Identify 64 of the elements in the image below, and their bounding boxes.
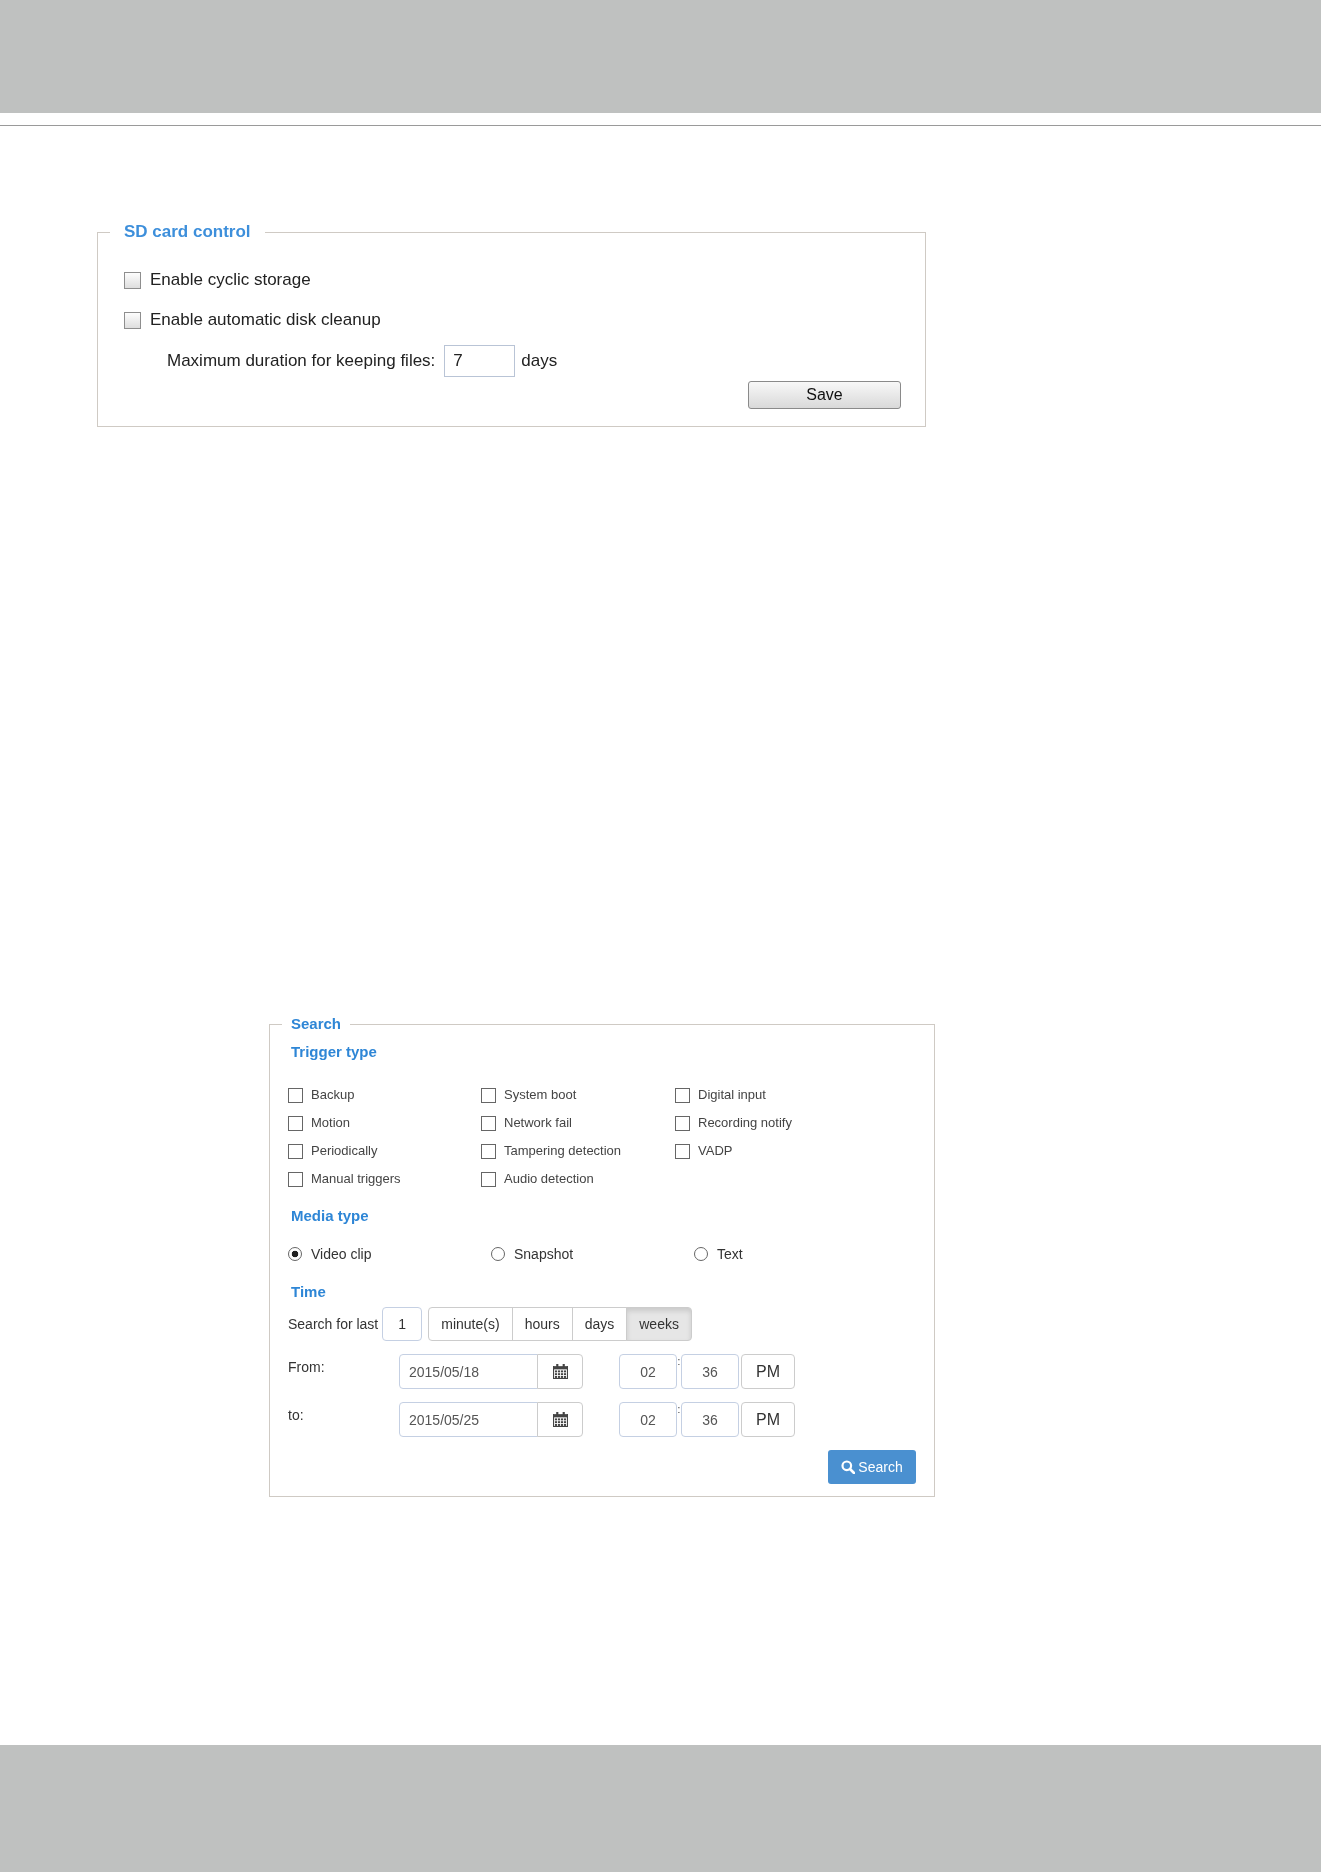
checkbox[interactable] xyxy=(675,1087,690,1103)
checkbox-label[interactable]: Backup xyxy=(311,1085,355,1105)
unit-button[interactable]: days xyxy=(571,1307,628,1341)
period-button[interactable]: PM xyxy=(741,1402,795,1437)
checkbox[interactable] xyxy=(481,1143,496,1159)
checkbox[interactable] xyxy=(288,1171,303,1187)
field-label: to: xyxy=(288,1406,305,1425)
calendar-icon xyxy=(552,1364,568,1379)
checkbox[interactable] xyxy=(481,1115,496,1131)
section-heading: Media type xyxy=(291,1207,370,1225)
radio-label[interactable]: Snapshot xyxy=(514,1243,574,1265)
unit-button[interactable]: minute(s) xyxy=(428,1307,513,1341)
checkbox-label[interactable]: System boot xyxy=(504,1085,577,1105)
date-field[interactable]: 2015/05/18 xyxy=(399,1354,538,1389)
checkbox-label[interactable]: VADP xyxy=(698,1141,733,1161)
section-title: Search xyxy=(290,1015,343,1033)
search-icon xyxy=(841,1460,856,1474)
checkbox[interactable] xyxy=(288,1087,303,1103)
minute-field[interactable]: 36 xyxy=(681,1354,739,1389)
checkbox-label[interactable]: Periodically xyxy=(311,1141,378,1161)
unit-label: days xyxy=(521,350,558,373)
checkbox-label[interactable]: Network fail xyxy=(504,1113,572,1133)
calendar-button[interactable] xyxy=(537,1402,583,1437)
field-label: From: xyxy=(288,1358,326,1377)
checkbox-label[interactable]: Recording notify xyxy=(698,1113,792,1133)
minute-field[interactable]: 36 xyxy=(681,1402,739,1437)
checkbox[interactable] xyxy=(124,311,141,329)
field-label: Maximum duration for keeping files: xyxy=(167,350,436,373)
amount-input[interactable]: 1 xyxy=(382,1307,423,1341)
checkbox[interactable] xyxy=(288,1115,303,1131)
checkbox[interactable] xyxy=(675,1143,690,1159)
unit-button[interactable]: hours xyxy=(511,1307,573,1341)
radio-button[interactable] xyxy=(288,1247,302,1261)
save-button[interactable]: Save xyxy=(748,381,901,409)
section-heading: Time xyxy=(291,1283,327,1301)
checkbox[interactable] xyxy=(481,1171,496,1187)
time-separator: : xyxy=(677,1403,681,1417)
checkbox-label[interactable]: Motion xyxy=(311,1113,351,1133)
checkbox[interactable] xyxy=(675,1115,690,1131)
section-title: SD card control xyxy=(123,222,252,242)
field-label: Search for last xyxy=(288,1314,379,1334)
calendar-button[interactable] xyxy=(537,1354,583,1389)
radio-button[interactable] xyxy=(491,1247,505,1261)
checkbox-label[interactable]: Digital input xyxy=(698,1085,766,1105)
time-separator: : xyxy=(677,1355,681,1369)
radio-label[interactable]: Video clip xyxy=(311,1243,372,1265)
period-button[interactable]: PM xyxy=(741,1354,795,1389)
section-heading: Trigger type xyxy=(291,1043,378,1061)
checkbox-label[interactable]: Audio detection xyxy=(504,1169,594,1189)
radio-button[interactable] xyxy=(694,1247,708,1261)
hour-field[interactable]: 02 xyxy=(619,1402,677,1437)
radio-label[interactable]: Text xyxy=(717,1243,743,1265)
days-input[interactable]: 7 xyxy=(444,345,516,377)
checkbox-label[interactable]: Manual triggers xyxy=(311,1169,401,1189)
checkbox[interactable] xyxy=(288,1143,303,1159)
calendar-icon xyxy=(552,1412,568,1427)
date-field[interactable]: 2015/05/25 xyxy=(399,1402,538,1437)
hour-field[interactable]: 02 xyxy=(619,1354,677,1389)
checkbox-label[interactable]: Enable automatic disk cleanup xyxy=(150,307,381,333)
checkbox[interactable] xyxy=(481,1087,496,1103)
checkbox-label[interactable]: Enable cyclic storage xyxy=(150,267,311,293)
unit-button[interactable]: weeks xyxy=(626,1307,692,1341)
checkbox-label[interactable]: Tampering detection xyxy=(504,1141,622,1161)
checkbox[interactable] xyxy=(124,271,141,289)
